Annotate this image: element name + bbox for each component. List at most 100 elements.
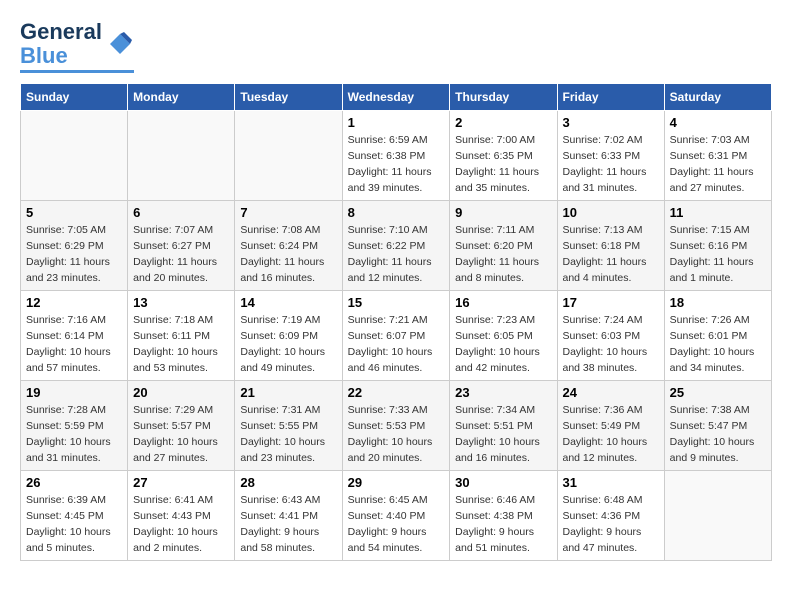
day-info: Sunrise: 7:21 AM Sunset: 6:07 PM Dayligh… (348, 313, 445, 376)
calendar-cell: 28 Sunrise: 6:43 AM Sunset: 4:41 PM Dayli… (235, 471, 342, 561)
week-row-0: 1Sunrise: 6:59 AM Sunset: 6:38 PM Daylig… (21, 111, 772, 201)
calendar-cell: 9 Sunrise: 7:11 AM Sunset: 6:20 PM Daylig… (450, 201, 557, 291)
calendar-cell: 5 Sunrise: 7:05 AM Sunset: 6:29 PM Daylig… (21, 201, 128, 291)
day-number: 9 (455, 205, 551, 220)
day-number: 7 (240, 205, 336, 220)
calendar-cell: 20 Sunrise: 7:29 AM Sunset: 5:57 PM Dayli… (128, 381, 235, 471)
calendar-cell: 6 Sunrise: 7:07 AM Sunset: 6:27 PM Daylig… (128, 201, 235, 291)
day-number: 14 (240, 295, 336, 310)
day-info: Sunrise: 7:00 AM Sunset: 6:35 PM Dayligh… (455, 133, 551, 196)
day-info: Sunrise: 7:13 AM Sunset: 6:18 PM Dayligh… (563, 223, 659, 286)
day-number: 8 (348, 205, 445, 220)
week-row-4: 26 Sunrise: 6:39 AM Sunset: 4:45 PM Dayli… (21, 471, 772, 561)
day-info: Sunrise: 7:05 AM Sunset: 6:29 PM Dayligh… (26, 223, 122, 286)
day-number: 17 (563, 295, 659, 310)
calendar-table: SundayMondayTuesdayWednesdayThursdayFrid… (20, 83, 772, 561)
day-info: Sunrise: 7:19 AM Sunset: 6:09 PM Dayligh… (240, 313, 336, 376)
day-info: Sunrise: 7:33 AM Sunset: 5:53 PM Dayligh… (348, 403, 445, 466)
week-row-1: 5 Sunrise: 7:05 AM Sunset: 6:29 PM Daylig… (21, 201, 772, 291)
day-number: 28 (240, 475, 336, 490)
calendar-cell: 7 Sunrise: 7:08 AM Sunset: 6:24 PM Daylig… (235, 201, 342, 291)
calendar-cell: 3Sunrise: 7:02 AM Sunset: 6:33 PM Daylig… (557, 111, 664, 201)
day-info: Sunrise: 7:28 AM Sunset: 5:59 PM Dayligh… (26, 403, 122, 466)
day-number: 20 (133, 385, 229, 400)
day-number: 1 (348, 115, 445, 130)
calendar-cell (21, 111, 128, 201)
calendar-cell: 12 Sunrise: 7:16 AM Sunset: 6:14 PM Dayli… (21, 291, 128, 381)
day-number: 12 (26, 295, 122, 310)
day-info: Sunrise: 6:48 AM Sunset: 4:36 PM Dayligh… (563, 493, 659, 556)
day-info: Sunrise: 7:10 AM Sunset: 6:22 PM Dayligh… (348, 223, 445, 286)
day-number: 16 (455, 295, 551, 310)
day-number: 5 (26, 205, 122, 220)
day-info: Sunrise: 7:16 AM Sunset: 6:14 PM Dayligh… (26, 313, 122, 376)
day-number: 25 (670, 385, 766, 400)
logo-underline (20, 70, 134, 73)
day-number: 18 (670, 295, 766, 310)
header-sunday: Sunday (21, 84, 128, 111)
page-header: General Blue (20, 20, 772, 73)
calendar-cell: 17 Sunrise: 7:24 AM Sunset: 6:03 PM Dayli… (557, 291, 664, 381)
header-thursday: Thursday (450, 84, 557, 111)
day-number: 22 (348, 385, 445, 400)
day-info: Sunrise: 7:24 AM Sunset: 6:03 PM Dayligh… (563, 313, 659, 376)
calendar-cell: 13 Sunrise: 7:18 AM Sunset: 6:11 PM Dayli… (128, 291, 235, 381)
day-info: Sunrise: 7:26 AM Sunset: 6:01 PM Dayligh… (670, 313, 766, 376)
day-number: 15 (348, 295, 445, 310)
day-number: 13 (133, 295, 229, 310)
day-number: 31 (563, 475, 659, 490)
day-number: 23 (455, 385, 551, 400)
day-info: Sunrise: 6:46 AM Sunset: 4:38 PM Dayligh… (455, 493, 551, 556)
day-info: Sunrise: 7:02 AM Sunset: 6:33 PM Dayligh… (563, 133, 659, 196)
day-number: 4 (670, 115, 766, 130)
day-number: 24 (563, 385, 659, 400)
day-info: Sunrise: 7:34 AM Sunset: 5:51 PM Dayligh… (455, 403, 551, 466)
calendar-cell: 27 Sunrise: 6:41 AM Sunset: 4:43 PM Dayli… (128, 471, 235, 561)
header-tuesday: Tuesday (235, 84, 342, 111)
logo-text: General (20, 20, 102, 44)
day-number: 26 (26, 475, 122, 490)
calendar-cell: 1Sunrise: 6:59 AM Sunset: 6:38 PM Daylig… (342, 111, 450, 201)
day-number: 11 (670, 205, 766, 220)
header-saturday: Saturday (664, 84, 771, 111)
day-number: 19 (26, 385, 122, 400)
day-info: Sunrise: 7:07 AM Sunset: 6:27 PM Dayligh… (133, 223, 229, 286)
calendar-cell: 21Sunrise: 7:31 AM Sunset: 5:55 PM Dayli… (235, 381, 342, 471)
calendar-cell: 19 Sunrise: 7:28 AM Sunset: 5:59 PM Dayli… (21, 381, 128, 471)
day-info: Sunrise: 6:43 AM Sunset: 4:41 PM Dayligh… (240, 493, 336, 556)
day-info: Sunrise: 6:39 AM Sunset: 4:45 PM Dayligh… (26, 493, 122, 556)
logo: General Blue (20, 20, 134, 73)
calendar-cell: 8 Sunrise: 7:10 AM Sunset: 6:22 PM Daylig… (342, 201, 450, 291)
calendar-cell (235, 111, 342, 201)
calendar-cell: 18 Sunrise: 7:26 AM Sunset: 6:01 PM Dayli… (664, 291, 771, 381)
day-number: 6 (133, 205, 229, 220)
calendar-cell: 2Sunrise: 7:00 AM Sunset: 6:35 PM Daylig… (450, 111, 557, 201)
day-number: 27 (133, 475, 229, 490)
logo-text2: Blue (20, 44, 102, 68)
day-info: Sunrise: 7:11 AM Sunset: 6:20 PM Dayligh… (455, 223, 551, 286)
day-info: Sunrise: 7:18 AM Sunset: 6:11 PM Dayligh… (133, 313, 229, 376)
day-info: Sunrise: 7:15 AM Sunset: 6:16 PM Dayligh… (670, 223, 766, 286)
day-number: 21 (240, 385, 336, 400)
day-number: 29 (348, 475, 445, 490)
day-info: Sunrise: 7:08 AM Sunset: 6:24 PM Dayligh… (240, 223, 336, 286)
day-info: Sunrise: 7:36 AM Sunset: 5:49 PM Dayligh… (563, 403, 659, 466)
calendar-cell: 4 Sunrise: 7:03 AM Sunset: 6:31 PM Daylig… (664, 111, 771, 201)
day-info: Sunrise: 7:03 AM Sunset: 6:31 PM Dayligh… (670, 133, 766, 196)
day-info: Sunrise: 6:41 AM Sunset: 4:43 PM Dayligh… (133, 493, 229, 556)
calendar-cell: 22 Sunrise: 7:33 AM Sunset: 5:53 PM Dayli… (342, 381, 450, 471)
calendar-cell: 31 Sunrise: 6:48 AM Sunset: 4:36 PM Dayli… (557, 471, 664, 561)
calendar-header-row: SundayMondayTuesdayWednesdayThursdayFrid… (21, 84, 772, 111)
calendar-cell: 29Sunrise: 6:45 AM Sunset: 4:40 PM Dayli… (342, 471, 450, 561)
calendar-cell: 26 Sunrise: 6:39 AM Sunset: 4:45 PM Dayli… (21, 471, 128, 561)
calendar-cell: 23 Sunrise: 7:34 AM Sunset: 5:51 PM Dayli… (450, 381, 557, 471)
calendar-cell: 30Sunrise: 6:46 AM Sunset: 4:38 PM Dayli… (450, 471, 557, 561)
week-row-2: 12 Sunrise: 7:16 AM Sunset: 6:14 PM Dayli… (21, 291, 772, 381)
calendar-cell: 10Sunrise: 7:13 AM Sunset: 6:18 PM Dayli… (557, 201, 664, 291)
week-row-3: 19 Sunrise: 7:28 AM Sunset: 5:59 PM Dayli… (21, 381, 772, 471)
calendar-cell: 15 Sunrise: 7:21 AM Sunset: 6:07 PM Dayli… (342, 291, 450, 381)
day-info: Sunrise: 7:29 AM Sunset: 5:57 PM Dayligh… (133, 403, 229, 466)
day-info: Sunrise: 7:38 AM Sunset: 5:47 PM Dayligh… (670, 403, 766, 466)
header-monday: Monday (128, 84, 235, 111)
calendar-cell: 24 Sunrise: 7:36 AM Sunset: 5:49 PM Dayli… (557, 381, 664, 471)
